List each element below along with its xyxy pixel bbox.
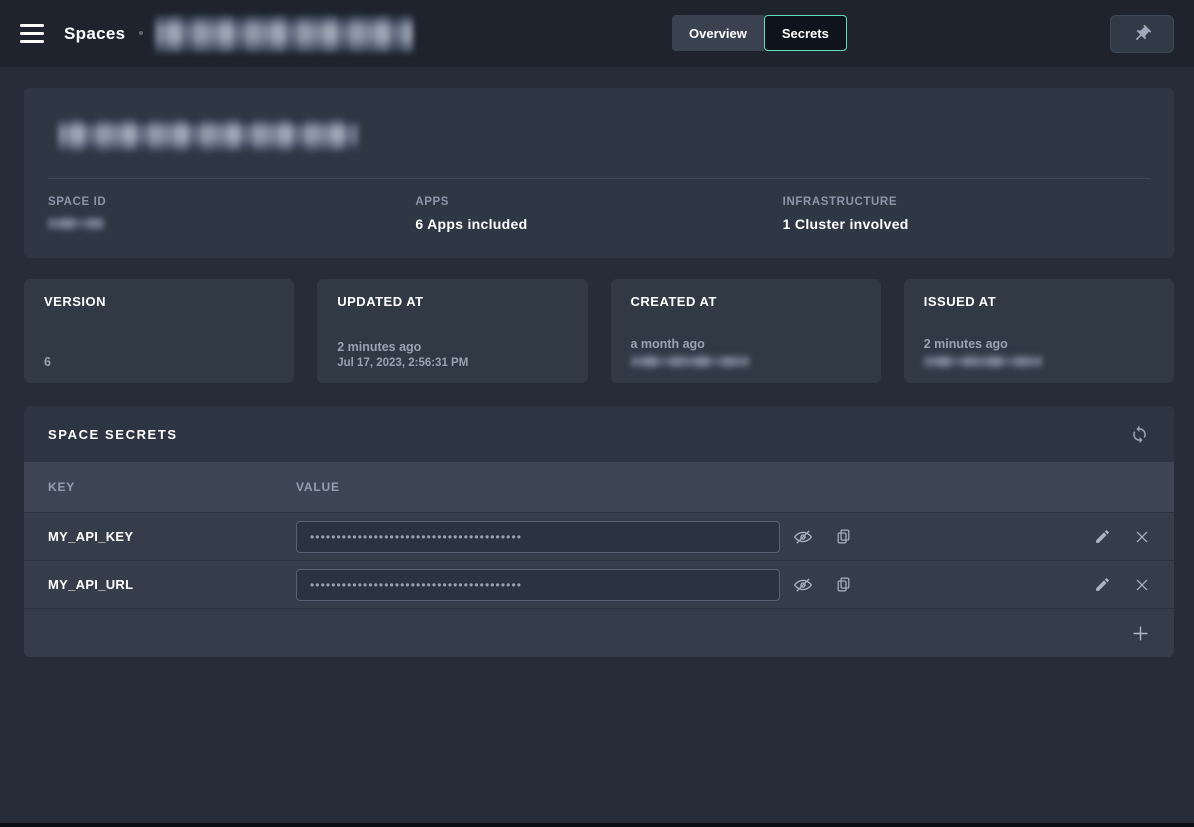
space-id-value-redacted — [48, 216, 104, 231]
overview-fields: SPACE ID APPS 6 Apps included INFRASTRUC… — [48, 179, 1150, 236]
page-title: Spaces — [64, 24, 125, 44]
field-space-id: SPACE ID — [48, 196, 415, 236]
refresh-icon — [1130, 425, 1149, 444]
stat-label: CREATED AT — [631, 294, 861, 309]
tab-overview[interactable]: Overview — [672, 15, 764, 51]
field-label: INFRASTRUCTURE — [783, 196, 1150, 208]
pushpin-icon — [1132, 24, 1152, 44]
copy-button[interactable] — [831, 573, 855, 597]
pin-button[interactable] — [1110, 15, 1174, 53]
secrets-title: SPACE SECRETS — [48, 427, 178, 442]
space-name-redacted — [155, 15, 413, 53]
space-secrets-section: SPACE SECRETS KEY VALUE MY_API_KEY •••••… — [24, 406, 1174, 657]
edit-button[interactable] — [1090, 573, 1114, 597]
stat-card-created-at: CREATED AT a month ago — [611, 279, 881, 383]
table-row: MY_API_KEY •••••••••••••••••••••••••••••… — [24, 512, 1174, 560]
space-title-redacted — [58, 118, 358, 152]
stat-timestamp-redacted — [924, 354, 1042, 369]
stat-relative-time: a month ago — [631, 337, 861, 351]
column-header-key: KEY — [24, 480, 296, 494]
secrets-column-headers: KEY VALUE — [24, 462, 1174, 512]
copy-icon — [835, 528, 852, 545]
stat-card-issued-at: ISSUED AT 2 minutes ago — [904, 279, 1174, 383]
delete-button[interactable] — [1130, 573, 1154, 597]
toggle-visibility-button[interactable] — [791, 525, 815, 549]
column-header-value: VALUE — [296, 480, 340, 494]
toggle-visibility-button[interactable] — [791, 573, 815, 597]
secrets-footer — [24, 608, 1174, 657]
stat-label: UPDATED AT — [337, 294, 567, 309]
stat-timestamp: Jul 17, 2023, 2:56:31 PM — [337, 357, 567, 369]
top-bar: Spaces • Overview Secrets — [0, 0, 1194, 67]
pencil-icon — [1094, 576, 1111, 593]
tab-secrets[interactable]: Secrets — [764, 15, 847, 51]
close-icon — [1134, 577, 1150, 593]
secret-value-input[interactable]: •••••••••••••••••••••••••••••••••••••••• — [296, 521, 780, 553]
breadcrumb-separator: • — [138, 25, 143, 42]
secret-key: MY_API_URL — [24, 577, 296, 592]
secrets-header: SPACE SECRETS — [24, 406, 1174, 462]
stat-label: VERSION — [44, 294, 274, 309]
space-overview-card: SPACE ID APPS 6 Apps included INFRASTRUC… — [24, 88, 1174, 258]
view-tabs: Overview Secrets — [672, 15, 847, 51]
plus-icon — [1131, 624, 1150, 643]
stat-timestamp-redacted — [631, 354, 749, 369]
stat-card-version: VERSION 6 — [24, 279, 294, 383]
secret-key: MY_API_KEY — [24, 529, 296, 544]
field-label: APPS — [415, 196, 782, 208]
delete-button[interactable] — [1130, 525, 1154, 549]
field-value: 6 Apps included — [415, 216, 782, 232]
field-label: SPACE ID — [48, 196, 415, 208]
copy-button[interactable] — [831, 525, 855, 549]
bottom-edge — [0, 823, 1194, 827]
stat-card-updated-at: UPDATED AT 2 minutes ago Jul 17, 2023, 2… — [317, 279, 587, 383]
edit-button[interactable] — [1090, 525, 1114, 549]
table-row: MY_API_URL •••••••••••••••••••••••••••••… — [24, 560, 1174, 608]
field-value: 1 Cluster involved — [783, 216, 1150, 232]
eye-off-icon — [793, 575, 813, 595]
copy-icon — [835, 576, 852, 593]
stat-cards: VERSION 6 UPDATED AT 2 minutes ago Jul 1… — [24, 279, 1174, 383]
refresh-button[interactable] — [1126, 421, 1152, 447]
close-icon — [1134, 529, 1150, 545]
stat-relative-time: 2 minutes ago — [337, 340, 567, 354]
pencil-icon — [1094, 528, 1111, 545]
stat-value: 6 — [44, 355, 274, 369]
field-infrastructure: INFRASTRUCTURE 1 Cluster involved — [783, 196, 1150, 236]
main-content: SPACE ID APPS 6 Apps included INFRASTRUC… — [0, 67, 1194, 657]
add-secret-button[interactable] — [1127, 620, 1153, 646]
field-apps: APPS 6 Apps included — [415, 196, 782, 236]
stat-relative-time: 2 minutes ago — [924, 337, 1154, 351]
hamburger-menu-icon[interactable] — [20, 22, 48, 46]
stat-label: ISSUED AT — [924, 294, 1154, 309]
secret-value-input[interactable]: •••••••••••••••••••••••••••••••••••••••• — [296, 569, 780, 601]
eye-off-icon — [793, 527, 813, 547]
